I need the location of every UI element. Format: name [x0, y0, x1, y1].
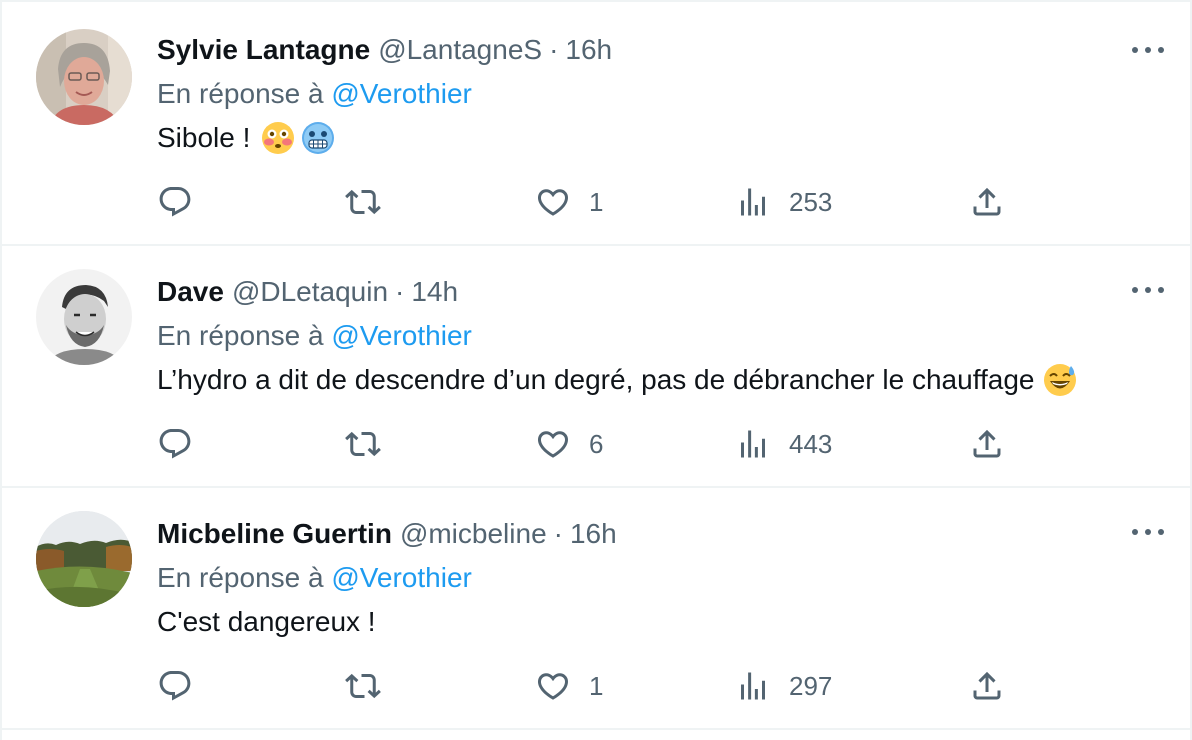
views-button[interactable]: 253 [735, 180, 832, 224]
reply-prefix: En réponse à [157, 562, 324, 593]
reply-button[interactable] [157, 664, 211, 708]
heart-icon [537, 189, 569, 216]
user-handle[interactable]: @LantagneS [378, 30, 542, 70]
reply-icon [159, 429, 191, 459]
share-icon [973, 671, 1001, 700]
more-icon[interactable] [1132, 522, 1164, 542]
tweet-header: Dave @DLetaquin · 14h [157, 272, 1170, 312]
avatar[interactable] [36, 29, 132, 125]
mention-link[interactable]: @Verothier [331, 562, 472, 593]
retweet-icon [345, 431, 381, 457]
retweet-button[interactable] [345, 180, 399, 224]
like-button[interactable]: 6 [535, 422, 603, 466]
share-button[interactable] [969, 422, 1005, 466]
tweet-text-content: C'est dangereux ! [157, 606, 376, 637]
tweet[interactable]: Dave @DLetaquin · 14h En réponse à @Vero… [2, 246, 1190, 488]
share-button[interactable] [969, 664, 1005, 708]
more-icon[interactable] [1132, 280, 1164, 300]
display-name[interactable]: Micbeline Guertin [157, 514, 392, 554]
reply-button[interactable] [157, 422, 211, 466]
share-button[interactable] [969, 180, 1005, 224]
like-count: 6 [589, 428, 604, 459]
reply-context: En réponse à @Verothier [157, 74, 1170, 114]
views-icon [741, 188, 765, 216]
user-handle[interactable]: @DLetaquin [232, 272, 388, 312]
display-name[interactable]: Sylvie Lantagne [157, 30, 370, 70]
retweet-button[interactable] [345, 664, 399, 708]
tweet-text-content: L’hydro a dit de descendre d’un degré, p… [157, 364, 1035, 395]
share-icon [973, 429, 1001, 458]
more-icon[interactable] [1132, 40, 1164, 60]
tweet-actions: 6 443 [157, 422, 1037, 466]
timestamp[interactable]: 16h [570, 514, 617, 554]
separator: · [395, 276, 405, 307]
reply-prefix: En réponse à [157, 78, 324, 109]
avatar[interactable] [36, 269, 132, 365]
tweet-text-content: Sibole ! [157, 122, 251, 153]
like-count: 1 [589, 186, 604, 217]
mention-link[interactable]: @Verothier [331, 78, 472, 109]
cold-face-emoji [300, 120, 336, 156]
views-icon [741, 672, 765, 700]
reply-context: En réponse à @Verothier [157, 316, 1170, 356]
views-icon [741, 430, 765, 458]
tweet-actions: 1 297 [157, 664, 1037, 708]
display-name[interactable]: Dave [157, 272, 224, 312]
mention-link[interactable]: @Verothier [331, 320, 472, 351]
views-count: 297 [789, 670, 833, 701]
share-icon [973, 187, 1001, 216]
retweet-icon [345, 189, 381, 215]
tweet-text: Sibole ! [157, 118, 1170, 158]
separator: · [553, 518, 563, 549]
reply-prefix: En réponse à [157, 320, 324, 351]
reply-icon [159, 187, 191, 217]
views-button[interactable]: 443 [735, 422, 832, 466]
flushed-face-emoji [260, 120, 296, 156]
tweet[interactable]: Sylvie Lantagne @LantagneS · 16h En répo… [2, 0, 1190, 246]
tweet-header: Sylvie Lantagne @LantagneS · 16h [157, 30, 1170, 70]
tweet[interactable]: Micbeline Guertin @micbeline · 16h En ré… [2, 488, 1190, 730]
grinning-sweat-face-emoji [1042, 362, 1078, 398]
reply-icon [159, 671, 191, 701]
like-button[interactable]: 1 [535, 180, 603, 224]
retweet-button[interactable] [345, 422, 399, 466]
reply-context: En réponse à @Verothier [157, 558, 1170, 598]
timestamp[interactable]: 14h [411, 272, 458, 312]
like-button[interactable]: 1 [535, 664, 603, 708]
heart-icon [537, 673, 569, 700]
separator: · [549, 34, 559, 65]
views-count: 443 [789, 428, 833, 459]
avatar[interactable] [36, 511, 132, 607]
user-handle[interactable]: @micbeline [400, 514, 547, 554]
like-count: 1 [589, 670, 604, 701]
timestamp[interactable]: 16h [565, 30, 612, 70]
tweet-header: Micbeline Guertin @micbeline · 16h [157, 514, 1170, 554]
tweet-actions: 1 253 [157, 180, 1037, 224]
views-count: 253 [789, 186, 833, 217]
reply-thread: Sylvie Lantagne @LantagneS · 16h En répo… [0, 0, 1192, 740]
heart-icon [537, 431, 569, 458]
tweet-text: C'est dangereux ! [157, 602, 1170, 642]
reply-button[interactable] [157, 180, 211, 224]
tweet-text: L’hydro a dit de descendre d’un degré, p… [157, 360, 1170, 400]
retweet-icon [345, 673, 381, 699]
views-button[interactable]: 297 [735, 664, 832, 708]
